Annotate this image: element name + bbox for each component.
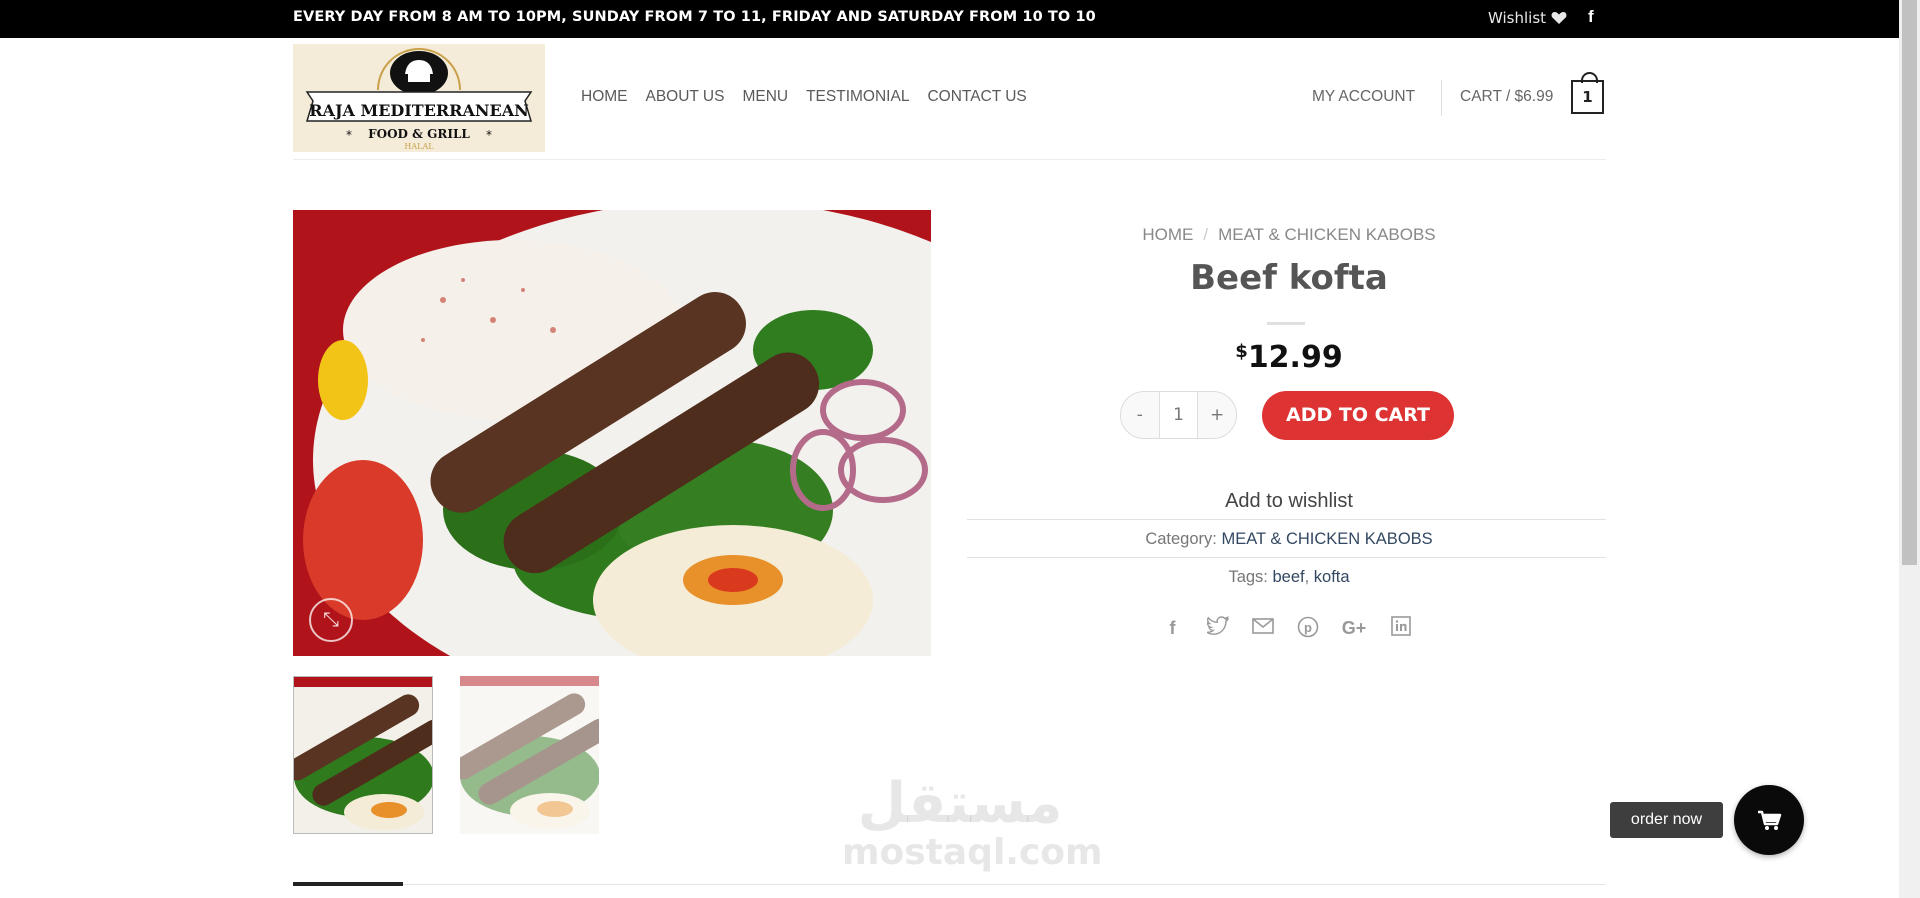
tag-link-kofta[interactable]: kofta	[1314, 568, 1350, 586]
active-tab-indicator[interactable]	[293, 882, 403, 886]
header-divider	[1441, 80, 1442, 116]
breadcrumb-home[interactable]: HOME	[1142, 225, 1193, 244]
meta-divider-top	[967, 519, 1606, 520]
floating-cart-button[interactable]	[1734, 785, 1804, 855]
quantity-increase-button[interactable]: +	[1198, 405, 1236, 425]
scrollbar-thumb[interactable]	[1902, 0, 1917, 565]
product-thumbnail-1[interactable]	[293, 676, 433, 834]
product-price: $12.99	[967, 340, 1611, 375]
top-bar: EVERY DAY FROM 8 AM TO 10PM, SUNDAY FROM…	[0, 0, 1899, 38]
breadcrumb: HOME / MEAT & CHICKEN KABOBS	[1142, 225, 1436, 244]
wishlist-link[interactable]: Wishlist	[1488, 9, 1567, 27]
email-icon[interactable]	[1250, 616, 1275, 641]
category-label: Category:	[1145, 530, 1217, 548]
price-value: 12.99	[1247, 340, 1343, 375]
title-divider	[1267, 322, 1305, 325]
product-category: Category: MEAT & CHICKEN KABOBS	[967, 530, 1611, 549]
watermark-latin: mostaql.com	[842, 832, 1103, 873]
breadcrumb-category[interactable]: MEAT & CHICKEN KABOBS	[1218, 225, 1436, 244]
tag-link-beef[interactable]: beef	[1272, 568, 1304, 586]
linkedin-icon[interactable]	[1388, 616, 1413, 641]
currency-symbol: $	[1235, 341, 1248, 362]
add-to-wishlist-link[interactable]: Add to wishlist	[967, 490, 1611, 513]
product-title: Beef kofta	[1190, 258, 1388, 298]
watermark: مستقل mostaql.com	[842, 771, 1103, 873]
opening-hours: EVERY DAY FROM 8 AM TO 10PM, SUNDAY FROM…	[293, 9, 1096, 25]
site-logo[interactable]: RAJA MEDITERRANEAN FOOD & GRILL * * HALA…	[293, 44, 545, 152]
google-plus-icon[interactable]: G+	[1340, 616, 1368, 641]
quantity-decrease-button[interactable]: -	[1121, 405, 1159, 425]
product-main-image[interactable]	[293, 210, 931, 656]
twitter-icon[interactable]	[1204, 615, 1230, 641]
product-thumbnail-2[interactable]	[460, 676, 599, 834]
wishlist-label: Wishlist	[1488, 9, 1547, 27]
add-to-cart-button[interactable]: ADD TO CART	[1262, 391, 1454, 440]
nav-menu[interactable]: MENU	[742, 88, 788, 106]
my-account-link[interactable]: MY ACCOUNT	[1312, 88, 1415, 106]
logo-line3: HALAL	[404, 142, 434, 151]
logo-graphic: RAJA MEDITERRANEAN FOOD & GRILL * * HALA…	[293, 44, 545, 152]
tabs-divider	[293, 884, 1606, 885]
svg-text:p: p	[1304, 620, 1312, 635]
product-tags: Tags: beef, kofta	[1228, 568, 1350, 586]
watermark-arabic: مستقل	[857, 771, 1063, 836]
tags-label: Tags:	[1228, 568, 1268, 586]
cart-count-icon[interactable]: 1	[1571, 72, 1604, 114]
nav-testimonial[interactable]: TESTIMONIAL	[806, 88, 909, 106]
share-icons: f p G+	[1160, 615, 1413, 641]
logo-line2: FOOD & GRILL	[368, 127, 470, 141]
logo-line1: RAJA MEDITERRANEAN	[309, 101, 529, 120]
nav-home[interactable]: HOME	[581, 88, 628, 106]
cart-link[interactable]: CART / $6.99	[1460, 88, 1553, 106]
svg-text:*: *	[486, 128, 492, 142]
category-link[interactable]: MEAT & CHICKEN KABOBS	[1221, 530, 1432, 548]
nav-contact-us[interactable]: CONTACT US	[927, 88, 1026, 106]
header-divider-line	[293, 159, 1606, 160]
order-now-button[interactable]: order now	[1610, 802, 1723, 838]
zoom-icon[interactable]: ⤡	[309, 598, 353, 642]
quantity-stepper: - 1 +	[1120, 391, 1237, 439]
heart-icon	[1551, 12, 1567, 24]
shopping-cart-icon	[1758, 810, 1782, 830]
scrollbar[interactable]	[1899, 0, 1920, 898]
facebook-icon[interactable]: f	[1588, 7, 1594, 27]
nav-about-us[interactable]: ABOUT US	[646, 88, 725, 106]
pinterest-icon[interactable]: p	[1295, 616, 1320, 641]
meta-divider-bottom	[967, 557, 1606, 558]
facebook-icon[interactable]: f	[1160, 616, 1185, 641]
main-nav: HOME ABOUT US MENU TESTIMONIAL CONTACT U…	[581, 88, 1027, 106]
quantity-input[interactable]: 1	[1158, 392, 1199, 438]
svg-text:*: *	[346, 128, 352, 142]
